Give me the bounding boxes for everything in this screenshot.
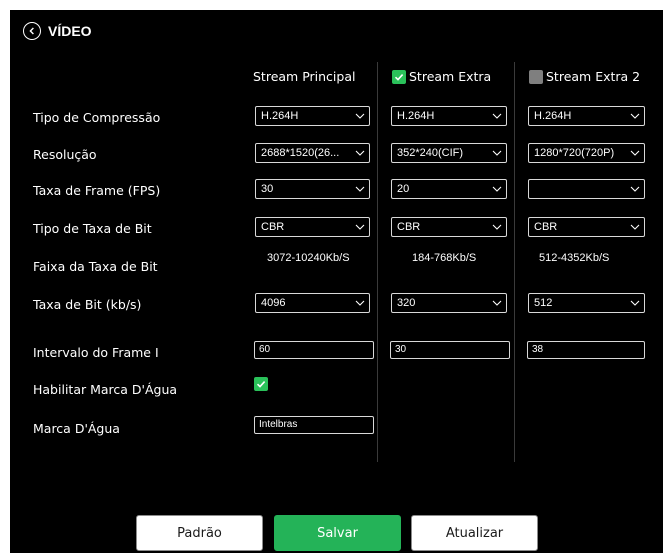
label-resolution: Resolução: [33, 147, 97, 162]
principal-compression-select[interactable]: H.264H: [255, 106, 370, 126]
chevron-down-icon: [492, 113, 502, 119]
label-bitrate-type: Tipo de Taxa de Bit: [33, 221, 152, 236]
stream-extra-checkbox[interactable]: [392, 69, 406, 84]
chevron-down-icon: [630, 300, 640, 306]
column-divider: [377, 62, 378, 462]
extra-iframe-input[interactable]: 30: [390, 341, 510, 359]
principal-fps-select[interactable]: 30: [255, 179, 370, 199]
stream-extra2-checkbox[interactable]: [529, 69, 543, 84]
chevron-down-icon: [355, 300, 365, 306]
chevron-down-icon: [630, 186, 640, 192]
select-value: 320: [397, 297, 416, 309]
refresh-button[interactable]: Atualizar: [411, 515, 538, 551]
chevron-down-icon: [355, 186, 365, 192]
select-value: CBR: [397, 221, 421, 233]
default-button[interactable]: Padrão: [136, 515, 263, 551]
select-value: 512: [534, 297, 553, 309]
label-watermark: Marca D'Água: [33, 421, 120, 436]
chevron-down-icon: [492, 150, 502, 156]
principal-bitrate-type-select[interactable]: CBR: [255, 217, 370, 237]
video-settings-panel: VÍDEO: [10, 10, 663, 553]
watermark-text-input[interactable]: Intelbras: [254, 416, 374, 434]
extra2-compression-select[interactable]: H.264H: [528, 106, 645, 126]
select-value: H.264H: [534, 110, 572, 122]
label-iframe: Intervalo do Frame I: [33, 345, 159, 360]
column-label-extra: Stream Extra: [409, 69, 492, 84]
extra-bitrate-select[interactable]: 320: [391, 293, 507, 313]
page-title: VÍDEO: [48, 23, 92, 39]
principal-bitrate-select[interactable]: 4096: [255, 293, 370, 313]
select-value: CBR: [534, 221, 558, 233]
chevron-down-icon: [630, 224, 640, 230]
label-bitrate-range: Faixa da Taxa de Bit: [33, 259, 158, 274]
label-bitrate: Taxa de Bit (kb/s): [33, 297, 142, 312]
page-header: VÍDEO: [23, 21, 92, 41]
extra2-bitrate-type-select[interactable]: CBR: [528, 217, 645, 237]
chevron-down-icon: [492, 186, 502, 192]
chevron-down-icon: [355, 224, 365, 230]
save-button[interactable]: Salvar: [274, 515, 401, 551]
chevron-down-icon: [355, 150, 365, 156]
chevron-down-icon: [630, 150, 640, 156]
label-compression: Tipo de Compressão: [33, 110, 161, 125]
select-value: 30: [261, 183, 274, 195]
select-value: 2688*1520(26...: [261, 147, 340, 159]
select-value: 1280*720(720P): [534, 147, 615, 159]
select-value: H.264H: [397, 110, 435, 122]
select-value: CBR: [261, 221, 285, 233]
principal-bitrate-range: 3072-10240Kb/S: [267, 252, 350, 264]
extra-fps-select[interactable]: 20: [391, 179, 507, 199]
select-value: 20: [397, 183, 410, 195]
chevron-down-icon: [630, 113, 640, 119]
principal-resolution-select[interactable]: 2688*1520(26...: [255, 143, 370, 163]
select-value: H.264H: [261, 110, 299, 122]
column-header-extra: Stream Extra: [392, 69, 491, 84]
chevron-down-icon: [492, 224, 502, 230]
extra-bitrate-range: 184-768Kb/S: [412, 252, 477, 264]
extra2-resolution-select[interactable]: 1280*720(720P): [528, 143, 645, 163]
extra-bitrate-type-select[interactable]: CBR: [391, 217, 507, 237]
column-label-extra2: Stream Extra 2: [546, 69, 641, 84]
extra2-bitrate-select[interactable]: 512: [528, 293, 645, 313]
label-fps: Taxa de Frame (FPS): [33, 183, 161, 198]
principal-iframe-input[interactable]: 60: [254, 341, 374, 359]
extra-compression-select[interactable]: H.264H: [391, 106, 507, 126]
extra-resolution-select[interactable]: 352*240(CIF): [391, 143, 507, 163]
label-watermark-enable: Habilitar Marca D'Água: [33, 382, 178, 397]
chevron-down-icon: [355, 113, 365, 119]
extra2-bitrate-range: 512-4352Kb/S: [539, 252, 610, 264]
extra2-iframe-input[interactable]: 38: [527, 341, 645, 359]
chevron-down-icon: [492, 300, 502, 306]
column-label-principal: Stream Principal: [253, 69, 356, 84]
back-icon[interactable]: [23, 22, 41, 40]
column-divider: [514, 62, 515, 462]
watermark-enable-checkbox[interactable]: [254, 377, 268, 391]
column-header-principal: Stream Principal: [253, 69, 355, 84]
extra2-fps-select[interactable]: [528, 179, 645, 199]
select-value: 352*240(CIF): [397, 147, 464, 159]
column-header-extra2: Stream Extra 2: [529, 69, 640, 84]
select-value: 4096: [261, 297, 286, 309]
